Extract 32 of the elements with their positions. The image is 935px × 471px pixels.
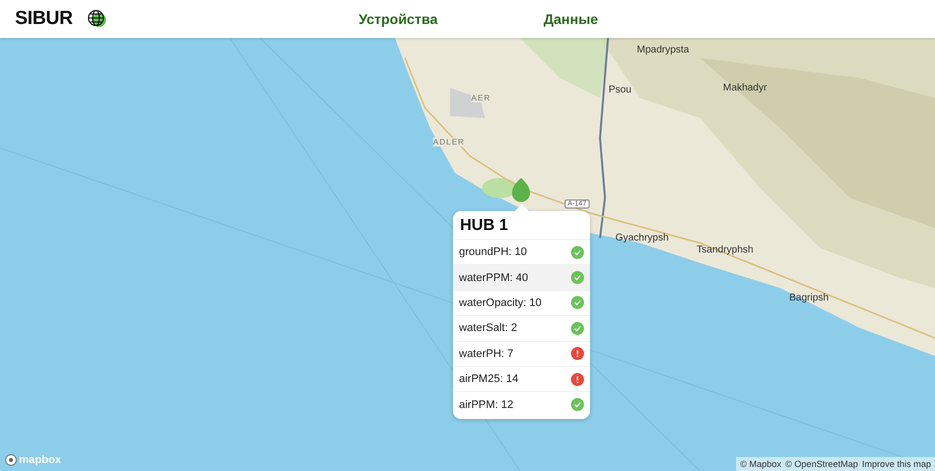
map-label: AER: [471, 94, 491, 102]
nav-link[interactable]: Данные: [544, 11, 598, 27]
sensor-row[interactable]: airPPM: 12: [453, 391, 590, 417]
sensor-row[interactable]: waterSalt: 2: [453, 315, 590, 341]
sensor-row[interactable]: waterOpacity: 10: [453, 290, 590, 316]
sensor-reading: airPPM: 12: [459, 398, 514, 411]
sensor-reading: waterPPM: 40: [459, 272, 528, 284]
sensor-row[interactable]: airPM25: 14: [453, 366, 590, 392]
attribution-link[interactable]: Improve this map: [862, 459, 931, 469]
attribution-link[interactable]: © Mapbox: [740, 459, 782, 469]
sensor-reading: waterOpacity: 10: [459, 296, 542, 309]
sensor-reading: waterPH: 7: [459, 348, 514, 360]
map-label: ADLER: [433, 138, 465, 146]
logo-text: SIBUR: [15, 8, 73, 30]
nav-link[interactable]: Устройства: [358, 11, 438, 27]
sensor-reading: airPM25: 14: [459, 373, 518, 386]
map-label: Mpadrypsta: [636, 44, 690, 56]
sensor-reading: groundPH: 10: [459, 246, 527, 258]
globe-icon: [86, 9, 107, 29]
mapbox-logo-text: mapbox: [19, 454, 62, 466]
map-label: Tsandryphsh: [696, 244, 754, 256]
map-label: Bagripsh: [789, 292, 829, 304]
map-label: Makhadyr: [723, 82, 767, 94]
map-label: Gyachrypsh: [615, 232, 669, 244]
attribution-link[interactable]: © OpenStreetMap: [785, 459, 858, 469]
sensor-reading: waterSalt: 2: [459, 322, 518, 334]
popup-title: HUB 1: [460, 217, 510, 235]
map-label: Psou: [608, 84, 632, 96]
mapbox-logo-icon: [5, 454, 17, 466]
sensor-row[interactable]: waterPPM: 40: [453, 264, 590, 290]
map-marker-icon[interactable]: [512, 178, 530, 204]
sensor-row[interactable]: waterPH: 7: [453, 340, 590, 366]
